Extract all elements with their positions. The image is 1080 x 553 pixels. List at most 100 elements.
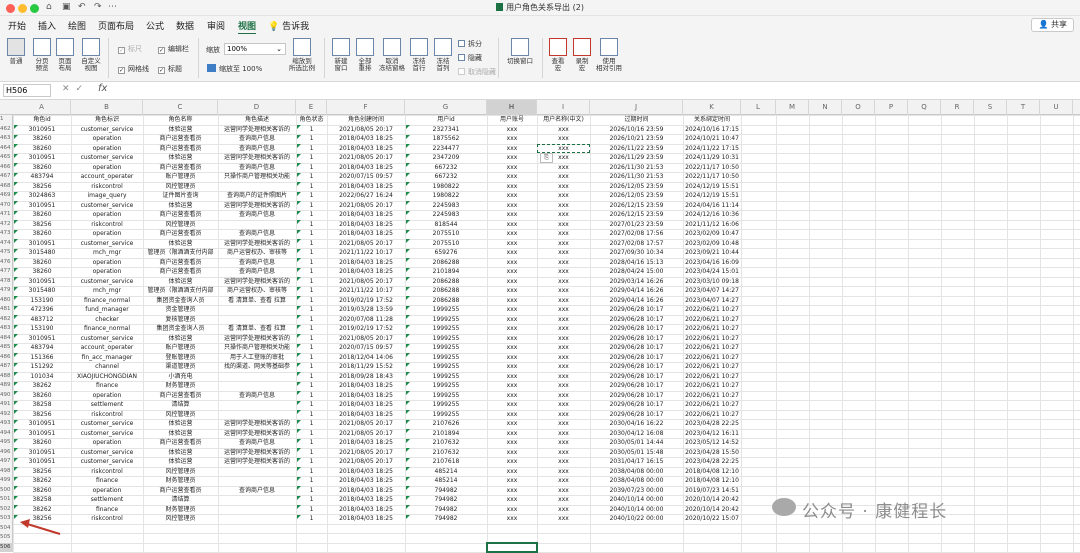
table-cell[interactable]: xxx [487, 429, 537, 439]
row-header[interactable]: 484 [0, 334, 13, 344]
table-cell[interactable] [218, 400, 296, 410]
table-cell[interactable]: 查询商户信息 [218, 438, 296, 448]
row-header[interactable]: 495 [0, 438, 13, 448]
table-cell[interactable]: 2024/10/21 10:47 [683, 134, 741, 144]
table-cell[interactable]: 2023/09/21 10:44 [683, 248, 741, 258]
column-title-cell[interactable]: 角色标识 [71, 115, 143, 125]
table-cell[interactable]: 商户运营查看员 [143, 267, 218, 277]
table-cell[interactable]: xxx [487, 277, 537, 287]
table-cell[interactable]: 485214 [405, 467, 487, 477]
table-cell[interactable]: 查询商户信息 [218, 258, 296, 268]
table-cell[interactable]: customer_service [71, 429, 143, 439]
table-cell[interactable]: 2026/11/29 23:59 [590, 153, 683, 163]
column-title-cell[interactable]: 用户账号 [487, 115, 537, 125]
table-cell[interactable]: 2019/02/19 17:52 [327, 324, 405, 334]
table-cell[interactable]: 3010951 [13, 201, 71, 211]
table-cell[interactable]: 2021/08/05 20:17 [327, 201, 405, 211]
table-cell[interactable]: 商户运营查看员 [143, 144, 218, 154]
table-cell[interactable]: xxx [537, 353, 590, 363]
tab-review[interactable]: 审阅 [207, 19, 225, 32]
table-cell[interactable]: xxx [537, 277, 590, 287]
table-cell[interactable]: 查询商户的证件照图片 [218, 191, 296, 201]
table-cell[interactable]: 小酒充电 [143, 372, 218, 382]
table-cell[interactable]: 2023/04/07 14:27 [683, 286, 741, 296]
page-break-preview-button[interactable]: 分页 预览 [31, 38, 53, 72]
table-cell[interactable]: settlement [71, 495, 143, 505]
table-cell[interactable]: 运营同学处理相关客诉的 [218, 429, 296, 439]
row-header[interactable]: 480 [0, 296, 13, 306]
table-cell[interactable]: 794982 [405, 495, 487, 505]
column-header-f[interactable]: F [327, 100, 405, 115]
table-cell[interactable]: 818544 [405, 220, 487, 230]
table-cell[interactable]: 2024/04/16 11:14 [683, 201, 741, 211]
table-cell[interactable]: 2027/01/23 23:59 [590, 220, 683, 230]
table-cell[interactable]: xxx [537, 191, 590, 201]
row-header[interactable]: 486 [0, 353, 13, 363]
table-cell[interactable]: xxx [537, 201, 590, 211]
table-cell[interactable]: XIAOJIUCHONGDIAN [71, 372, 143, 382]
table-cell[interactable]: xxx [537, 495, 590, 505]
table-cell[interactable]: 483794 [13, 343, 71, 353]
table-cell[interactable]: xxx [537, 210, 590, 220]
spreadsheet-grid[interactable]: ABCDEFGHIJKLMNOPQRSTU 146246346446546646… [0, 100, 1080, 552]
table-cell[interactable]: 2021/08/05 20:17 [327, 334, 405, 344]
table-cell[interactable]: 2022/06/21 10:27 [683, 391, 741, 401]
table-cell[interactable]: 查询商户信息 [218, 163, 296, 173]
table-cell[interactable]: 财务管理员 [143, 476, 218, 486]
row-header[interactable]: 462 [0, 125, 13, 135]
table-cell[interactable]: xxx [487, 467, 537, 477]
table-cell[interactable]: 运营同学处理相关客诉的 [218, 419, 296, 429]
table-cell[interactable]: 38260 [13, 144, 71, 154]
table-cell[interactable]: 3010951 [13, 239, 71, 249]
row-header[interactable]: 502 [0, 505, 13, 515]
table-cell[interactable]: 2018/04/03 18:25 [327, 514, 405, 524]
table-cell[interactable]: xxx [537, 229, 590, 239]
table-cell[interactable]: mch_mgr [71, 248, 143, 258]
normal-view-button[interactable]: 普通 [5, 38, 27, 65]
table-cell[interactable]: 3010951 [13, 448, 71, 458]
table-cell[interactable]: 2018/09/28 18:43 [327, 372, 405, 382]
table-cell[interactable]: 2018/04/03 18:25 [327, 134, 405, 144]
table-cell[interactable]: 2021/08/05 20:17 [327, 419, 405, 429]
row-header[interactable]: 485 [0, 343, 13, 353]
table-cell[interactable]: 2022/06/21 10:27 [683, 410, 741, 420]
table-cell[interactable]: xxx [487, 334, 537, 344]
table-cell[interactable]: 风控管理员 [143, 467, 218, 477]
table-cell[interactable]: 2018/04/03 18:25 [327, 410, 405, 420]
row-header[interactable]: 499 [0, 476, 13, 486]
table-cell[interactable]: riskcontrol [71, 182, 143, 192]
table-cell[interactable]: image_query [71, 191, 143, 201]
table-cell[interactable]: 794982 [405, 486, 487, 496]
table-cell[interactable]: 2020/10/14 20:42 [683, 495, 741, 505]
table-cell[interactable]: 2030/04/16 16:22 [590, 419, 683, 429]
table-cell[interactable]: 151366 [13, 353, 71, 363]
table-cell[interactable]: 体验运营 [143, 153, 218, 163]
table-cell[interactable]: customer_service [71, 448, 143, 458]
table-cell[interactable]: customer_service [71, 277, 143, 287]
table-cell[interactable]: 38260 [13, 210, 71, 220]
table-cell[interactable]: 659276 [405, 248, 487, 258]
table-cell[interactable]: 151292 [13, 362, 71, 372]
row-header[interactable]: 474 [0, 239, 13, 249]
table-cell[interactable]: 资金管理员 [143, 305, 218, 315]
table-cell[interactable]: 找的渠道、网关等基础参 [218, 362, 296, 372]
table-cell[interactable]: 风控管理员 [143, 220, 218, 230]
table-cell[interactable]: 商户运营查看员 [143, 229, 218, 239]
table-cell[interactable]: 2040/10/14 00:00 [590, 495, 683, 505]
table-cell[interactable]: 2018/04/03 18:25 [327, 229, 405, 239]
table-cell[interactable]: 2018/12/04 14:06 [327, 353, 405, 363]
table-cell[interactable] [218, 182, 296, 192]
table-cell[interactable]: 2029/04/14 16:26 [590, 296, 683, 306]
table-cell[interactable]: riskcontrol [71, 410, 143, 420]
table-cell[interactable]: operation [71, 267, 143, 277]
table-cell[interactable]: xxx [537, 514, 590, 524]
table-cell[interactable]: 商户运营查看员 [143, 134, 218, 144]
column-header-q[interactable]: Q [908, 100, 941, 115]
table-cell[interactable]: xxx [487, 410, 537, 420]
table-cell[interactable]: 2018/04/08 12:10 [683, 476, 741, 486]
row-header[interactable]: 468 [0, 182, 13, 192]
table-cell[interactable]: xxx [537, 419, 590, 429]
table-cell[interactable]: 商户运营查看员 [143, 163, 218, 173]
table-cell[interactable]: 2027/02/08 17:57 [590, 239, 683, 249]
column-header-u[interactable]: U [1040, 100, 1073, 115]
